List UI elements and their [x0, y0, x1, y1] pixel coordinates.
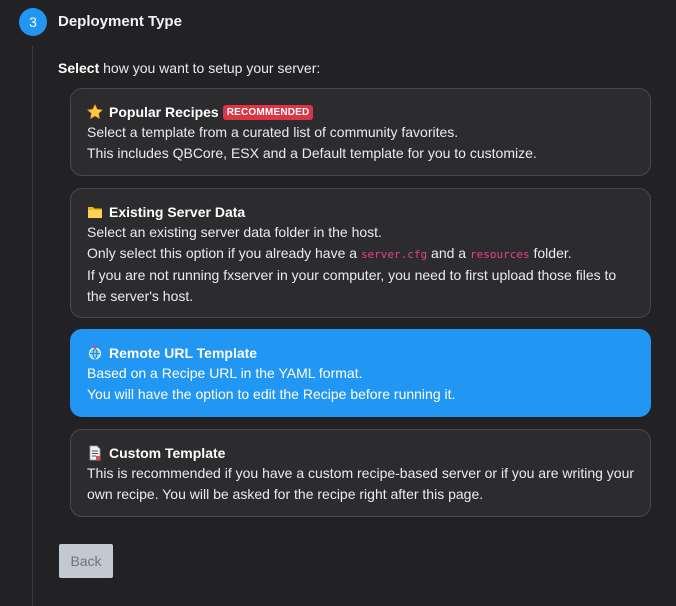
option-title: Custom Template: [109, 445, 226, 461]
step-number: 3: [19, 8, 47, 36]
option-description-line: This includes QBCore, ESX and a Default …: [87, 145, 537, 161]
description-text: folder.: [529, 245, 572, 261]
folder-icon: [87, 204, 103, 220]
step-connector-line: [32, 46, 33, 606]
option-description-line: the server's host.: [87, 288, 194, 304]
option-title: Existing Server Data: [109, 204, 246, 220]
intro-rest: how you want to setup your server:: [99, 60, 321, 76]
option-existing-server-data[interactable]: Existing Server Data Select an existing …: [70, 188, 651, 318]
option-title-row: Existing Server Data: [87, 202, 634, 222]
option-description-line: Based on a Recipe URL in the YAML format…: [87, 365, 363, 381]
option-remote-url-template[interactable]: Remote URL Template Based on a Recipe UR…: [70, 329, 651, 417]
description-text: and a: [427, 245, 470, 261]
option-title: Remote URL Template: [109, 345, 258, 361]
option-popular-recipes[interactable]: Popular Recipes RECOMMENDED Select a tem…: [70, 88, 651, 176]
document-icon: [87, 445, 103, 461]
step-header: 3 Deployment Type: [0, 0, 676, 46]
code-resources: resources: [470, 248, 530, 261]
step-title: Deployment Type: [58, 13, 182, 30]
option-title-row: Remote URL Template: [87, 343, 634, 363]
intro-text: Select how you want to setup your server…: [58, 60, 320, 76]
option-description-line: Select a template from a curated list of…: [87, 124, 459, 140]
option-description-line: You will have the option to edit the Rec…: [87, 386, 456, 402]
option-title-row: Custom Template: [87, 443, 634, 463]
option-description-line: This is recommended if you have a custom…: [87, 465, 635, 481]
description-text: Only select this option if you already h…: [87, 245, 361, 261]
code-server-cfg: server.cfg: [360, 248, 428, 261]
recommended-badge: RECOMMENDED: [222, 104, 314, 120]
option-description-line: Select an existing server data folder in…: [87, 224, 382, 240]
option-title: Popular Recipes: [109, 104, 219, 120]
option-description-line: own recipe. You will be asked for the re…: [87, 486, 484, 502]
globe-icon: [87, 345, 103, 361]
option-description-line: If you are not running fxserver in your …: [87, 267, 617, 283]
intro-bold: Select: [58, 60, 100, 76]
star-icon: [87, 104, 103, 120]
option-custom-template[interactable]: Custom Template This is recommended if y…: [70, 429, 651, 517]
option-description-line: Only select this option if you already h…: [87, 243, 634, 265]
option-title-row: Popular Recipes RECOMMENDED: [87, 102, 634, 122]
back-button[interactable]: Back: [59, 544, 113, 578]
